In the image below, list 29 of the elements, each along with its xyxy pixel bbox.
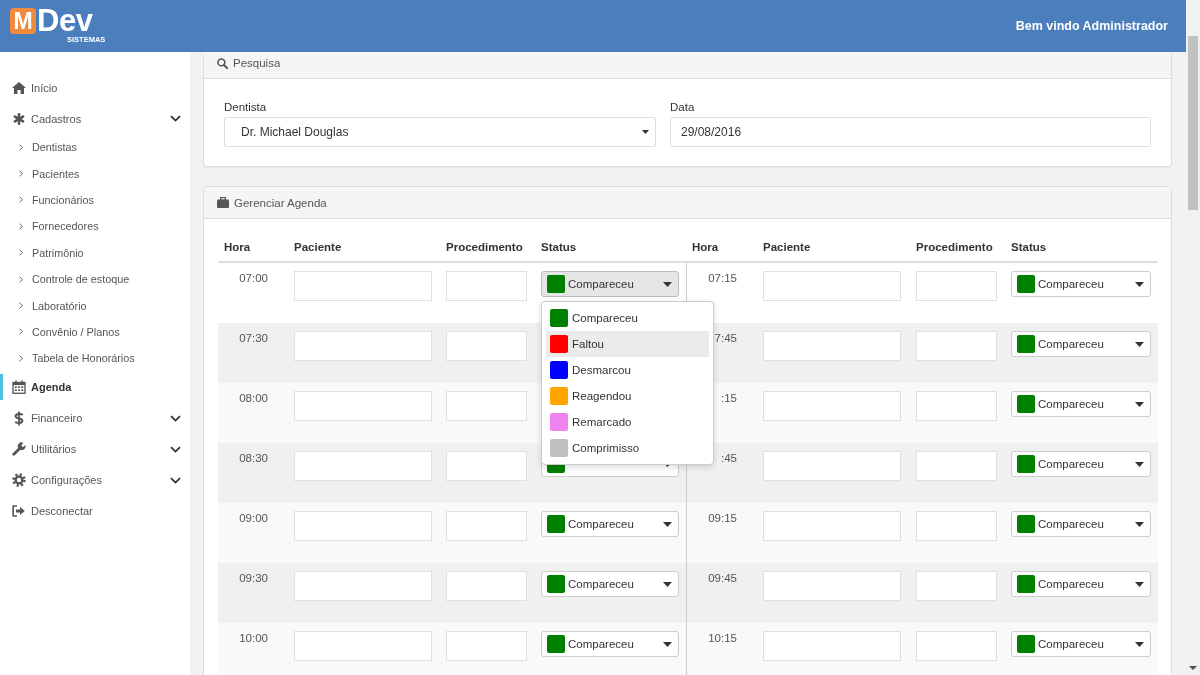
time-text: 7:45 — [714, 331, 737, 345]
column-header: Status — [1011, 241, 1047, 253]
column-header: Hora — [692, 241, 719, 253]
logo-name: Dev — [37, 8, 93, 34]
column-header: Paciente — [763, 241, 811, 253]
time-text: 07:00 — [239, 271, 268, 285]
column-header: Procedimento — [916, 241, 993, 253]
panel-title: Pesquisa — [233, 57, 281, 69]
panel-title: Gerenciar Agenda — [234, 196, 327, 209]
field-label: Data — [670, 100, 695, 115]
time-text: 09:00 — [239, 511, 268, 525]
column-header: Status — [541, 241, 577, 253]
time-text: 09:30 — [239, 571, 268, 585]
welcome-text: Bem vindo Administrador — [1015, 19, 1168, 33]
field-label: Dentista — [224, 100, 267, 115]
column-header: Paciente — [294, 241, 342, 253]
time-text: 08:30 — [239, 451, 268, 465]
time-text: 09:15 — [708, 511, 737, 525]
time-text: :45 — [721, 451, 737, 465]
time-text: 08:00 — [239, 391, 268, 405]
column-header: Hora — [224, 241, 251, 253]
time-text: 09:45 — [708, 571, 737, 585]
time-text: 10:15 — [708, 631, 737, 645]
logo-mark: M — [10, 8, 36, 34]
column-header: Procedimento — [446, 241, 523, 253]
time-text: 07:30 — [239, 331, 268, 345]
time-text: 07:15 — [708, 271, 737, 285]
time-text: 10:00 — [239, 631, 268, 645]
time-text: :15 — [721, 391, 737, 405]
